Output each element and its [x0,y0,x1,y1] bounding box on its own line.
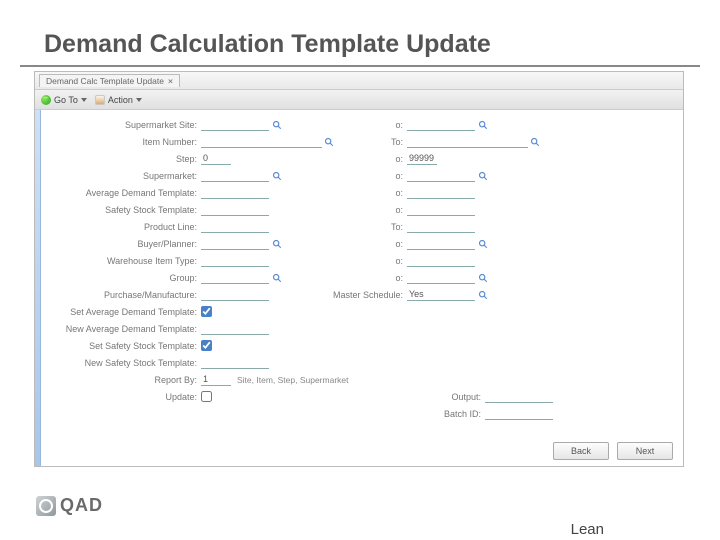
lookup-icon[interactable] [477,119,489,131]
app-window: Demand Calc Template Update × Go To Acti… [34,71,684,467]
update-checkbox[interactable] [201,391,212,402]
lookup-icon[interactable] [271,272,283,284]
label: Product Line: [43,222,201,232]
purchase-manufacture-field[interactable] [201,289,269,301]
label: Set Average Demand Template: [43,307,201,317]
field[interactable] [201,204,269,216]
lookup-icon[interactable] [271,238,283,250]
label: Item Number: [43,137,201,147]
field[interactable] [201,272,269,284]
label: Supermarket Site: [43,120,201,130]
label: Update: [43,392,201,402]
goto-icon [41,95,51,105]
new-avg-demand-field[interactable] [201,323,269,335]
label: Warehouse Item Type: [43,256,201,266]
goto-label: Go To [54,95,78,105]
report-by-field[interactable] [201,374,231,386]
side-strip [35,110,41,466]
field[interactable] [407,119,475,131]
report-by-note: Site, Item, Step, Supermarket [233,375,349,385]
next-button[interactable]: Next [617,442,673,460]
field[interactable] [201,187,269,199]
label: New Safety Stock Template: [43,358,201,368]
field[interactable] [407,204,475,216]
label: o: [321,273,407,283]
label: To: [321,222,407,232]
field[interactable] [407,153,437,165]
label: Output: [321,392,485,402]
lookup-icon[interactable] [271,119,283,131]
tab-active[interactable]: Demand Calc Template Update × [39,74,180,87]
lookup-icon[interactable] [477,272,489,284]
batch-id-field[interactable] [485,408,553,420]
label: Batch ID: [321,409,485,419]
label: o: [321,154,407,164]
tab-bar: Demand Calc Template Update × [35,72,683,90]
label: o: [321,171,407,181]
lookup-icon[interactable] [271,170,283,182]
field[interactable] [201,221,269,233]
new-safety-stock-field[interactable] [201,357,269,369]
label: o: [321,188,407,198]
label: New Average Demand Template: [43,324,201,334]
chevron-down-icon [136,98,142,102]
brand-text: QAD [60,495,103,516]
label: Set Safety Stock Template: [43,341,201,351]
field[interactable] [201,255,269,267]
goto-menu[interactable]: Go To [41,95,87,105]
field[interactable] [407,187,475,199]
action-menu[interactable]: Action [95,95,142,105]
label: o: [321,120,407,130]
label: Group: [43,273,201,283]
output-field[interactable] [485,391,553,403]
field[interactable] [201,170,269,182]
button-bar: Back Next [553,442,673,460]
label: Safety Stock Template: [43,205,201,215]
label: o: [321,239,407,249]
label: To: [321,137,407,147]
label: Master Schedule: [321,290,407,300]
slide-title: Demand Calculation Template Update [20,0,700,67]
action-icon [95,95,105,105]
field[interactable] [201,136,322,148]
field[interactable] [407,238,475,250]
set-safety-stock-checkbox[interactable] [201,340,212,351]
label: Report By: [43,375,201,385]
back-button[interactable]: Back [553,442,609,460]
field[interactable] [407,136,528,148]
label: Step: [43,154,201,164]
qad-logo-icon [36,496,56,516]
brand-logo: QAD [36,495,103,516]
master-schedule-field[interactable] [407,289,475,301]
form-area: Supermarket Site: o: Item Number: To: Step: o… [43,116,679,436]
label: o: [321,205,407,215]
lookup-icon[interactable] [530,136,540,148]
lookup-icon[interactable] [477,170,489,182]
lookup-icon[interactable] [477,238,489,250]
tab-title: Demand Calc Template Update [46,76,164,86]
field[interactable] [407,272,475,284]
label: Supermarket: [43,171,201,181]
action-label: Action [108,95,133,105]
field[interactable] [201,153,231,165]
label: Average Demand Template: [43,188,201,198]
field[interactable] [407,221,475,233]
field[interactable] [407,170,475,182]
field[interactable] [407,255,475,267]
close-icon[interactable]: × [168,76,173,86]
toolbar: Go To Action [35,90,683,110]
footer-cut-text: Lean [571,521,604,538]
label: Purchase/Manufacture: [43,290,201,300]
field[interactable] [201,238,269,250]
label: Buyer/Planner: [43,239,201,249]
set-avg-demand-checkbox[interactable] [201,306,212,317]
lookup-icon[interactable] [477,289,489,301]
field[interactable] [201,119,269,131]
chevron-down-icon [81,98,87,102]
label: o: [321,256,407,266]
